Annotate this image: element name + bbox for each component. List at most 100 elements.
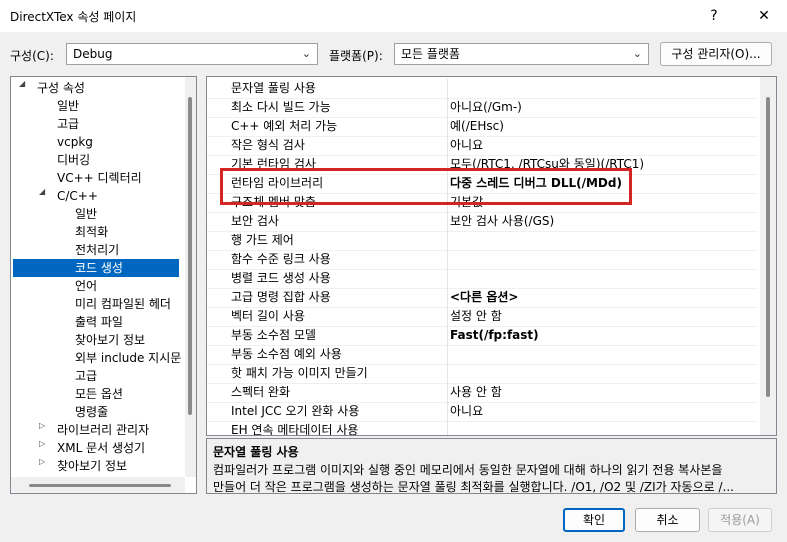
property-row[interactable]: 벡터 길이 사용 설정 안 함 bbox=[207, 307, 758, 327]
expanded-arrow-icon[interactable]: ◢ bbox=[39, 187, 45, 196]
tree-item[interactable]: 최적화 bbox=[73, 223, 181, 241]
close-button[interactable]: ✕ bbox=[744, 2, 784, 30]
tree-item[interactable]: 디버깅 bbox=[55, 151, 181, 169]
platform-label: 플랫폼(P): bbox=[329, 49, 383, 63]
property-value[interactable] bbox=[447, 345, 760, 364]
tree-item[interactable]: 찾아보기 정보 bbox=[55, 457, 181, 475]
tree-item[interactable]: 일반 bbox=[55, 97, 181, 115]
property-row[interactable]: 행 가드 제어 bbox=[207, 231, 758, 251]
tree-item[interactable]: 라이브러리 관리자 bbox=[55, 421, 181, 439]
property-name: 부동 소수점 모델 bbox=[231, 328, 316, 342]
collapsed-arrow-icon[interactable]: ▷ bbox=[39, 457, 45, 466]
property-value[interactable] bbox=[447, 250, 760, 269]
property-value-text bbox=[448, 347, 450, 361]
property-value[interactable]: Fast(/fp:fast) bbox=[447, 326, 760, 345]
property-value-text bbox=[448, 366, 450, 380]
tree-item[interactable]: vcpkg bbox=[55, 133, 181, 151]
collapsed-arrow-icon[interactable]: ▷ bbox=[39, 439, 45, 448]
property-value[interactable]: 설정 안 함 bbox=[447, 307, 760, 326]
property-value[interactable]: 아니요 bbox=[447, 402, 760, 421]
tree-item[interactable]: 구성 속성 bbox=[35, 79, 181, 97]
expanded-arrow-icon[interactable]: ◢ bbox=[19, 79, 25, 88]
property-grid: 문자열 풀링 사용최소 다시 빌드 가능 아니요(/Gm-) C++ 예외 처리 가… bbox=[206, 76, 777, 436]
property-value[interactable] bbox=[447, 364, 760, 383]
property-row[interactable]: 문자열 풀링 사용 bbox=[207, 79, 758, 99]
description-panel: 문자열 풀링 사용 컴파일러가 프로그램 이미지와 실행 중인 메모리에서 동일… bbox=[206, 438, 777, 494]
property-name: 보안 검사 bbox=[231, 214, 279, 228]
tree-item[interactable]: XML 문서 생성기 bbox=[55, 439, 181, 457]
apply-button[interactable]: 적용(A) bbox=[708, 508, 772, 532]
property-name: Intel JCC 오기 완화 사용 bbox=[231, 404, 360, 418]
property-name: 벡터 길이 사용 bbox=[231, 309, 305, 323]
tree-item[interactable]: 출력 파일 bbox=[73, 313, 181, 331]
cancel-button[interactable]: 취소 bbox=[635, 508, 700, 532]
tree-item[interactable]: 고급 bbox=[55, 115, 181, 133]
tree-horizontal-scrollbar[interactable] bbox=[11, 477, 185, 493]
tree-item[interactable]: VC++ 디렉터리 bbox=[55, 169, 181, 187]
tree-item[interactable]: 전처리기 bbox=[73, 241, 181, 259]
grid-scroll-thumb[interactable] bbox=[766, 97, 770, 397]
tree-item[interactable]: 코드 생성 bbox=[13, 259, 179, 277]
property-value[interactable]: <다른 옵션> bbox=[447, 288, 760, 307]
tree-item[interactable]: 언어 bbox=[73, 277, 181, 295]
property-row[interactable]: 함수 수준 링크 사용 bbox=[207, 250, 758, 270]
tree-item[interactable]: 고급 bbox=[73, 367, 181, 385]
tree-item[interactable]: C/C++ bbox=[55, 187, 181, 205]
highlight-box bbox=[220, 168, 632, 205]
collapsed-arrow-icon[interactable]: ▷ bbox=[39, 421, 45, 430]
tree-item[interactable]: 명령줄 bbox=[73, 403, 181, 421]
property-name: 병렬 코드 생성 사용 bbox=[231, 271, 331, 285]
tree-item-label: 찾아보기 정보 bbox=[57, 459, 128, 473]
config-dropdown[interactable]: Debug ⌄ bbox=[66, 43, 318, 65]
tree-hscroll-thumb[interactable] bbox=[29, 484, 171, 487]
config-manager-button[interactable]: 구성 관리자(O)... bbox=[660, 42, 772, 66]
tree-item[interactable]: 모든 옵션 bbox=[73, 385, 181, 403]
property-name: 문자열 풀링 사용 bbox=[231, 81, 316, 95]
property-row[interactable]: 보안 검사 보안 검사 사용(/GS) bbox=[207, 212, 758, 232]
property-row[interactable]: 병렬 코드 생성 사용 bbox=[207, 269, 758, 289]
tree-scroll-thumb[interactable] bbox=[188, 97, 192, 415]
property-value[interactable]: 아니요 bbox=[447, 136, 760, 155]
grid-vertical-scrollbar[interactable] bbox=[760, 77, 776, 435]
property-value[interactable]: 보안 검사 사용(/GS) bbox=[447, 212, 760, 231]
tree-item-label: 라이브러리 관리자 bbox=[57, 423, 150, 437]
description-line-2: 만들어 더 작은 프로그램을 생성하는 문자열 풀링 최적화를 실행합니다. /… bbox=[213, 480, 734, 494]
platform-dropdown[interactable]: 모든 플랫폼 ⌄ bbox=[394, 43, 649, 65]
property-value[interactable] bbox=[447, 421, 760, 435]
tree-item[interactable]: 외부 include 지시문 bbox=[73, 349, 181, 367]
property-row[interactable]: 작은 형식 검사 아니요 bbox=[207, 136, 758, 156]
property-value-text: 예(/EHsc) bbox=[450, 119, 504, 133]
property-row[interactable]: C++ 예외 처리 가능 예(/EHsc) bbox=[207, 117, 758, 137]
property-value[interactable] bbox=[447, 231, 760, 250]
property-value-text: 아니요 bbox=[450, 404, 484, 418]
property-value[interactable]: 사용 안 함 bbox=[447, 383, 760, 402]
config-value: Debug bbox=[73, 47, 113, 61]
help-button[interactable]: ? bbox=[694, 2, 734, 30]
property-name: EH 연속 메타데이터 사용 bbox=[231, 423, 359, 436]
ok-button[interactable]: 확인 bbox=[563, 508, 625, 532]
property-name: 함수 수준 링크 사용 bbox=[231, 252, 331, 266]
property-value-text bbox=[448, 423, 450, 435]
property-value[interactable] bbox=[447, 269, 760, 288]
property-name: 행 가드 제어 bbox=[231, 233, 294, 247]
tree-item[interactable]: 찾아보기 정보 bbox=[73, 331, 181, 349]
tree-item[interactable]: 미리 컴파일된 헤더 bbox=[73, 295, 181, 313]
property-value-text: Fast(/fp:fast) bbox=[450, 328, 539, 342]
property-value-text: 설정 안 함 bbox=[450, 309, 502, 323]
tree-item-label: 찾아보기 정보 bbox=[75, 333, 146, 347]
property-row[interactable]: 최소 다시 빌드 가능 아니요(/Gm-) bbox=[207, 98, 758, 118]
tree-vertical-scrollbar[interactable] bbox=[185, 77, 196, 477]
property-row[interactable]: Intel JCC 오기 완화 사용 아니요 bbox=[207, 402, 758, 422]
property-value[interactable]: 아니요(/Gm-) bbox=[447, 98, 760, 117]
property-value[interactable]: 예(/EHsc) bbox=[447, 117, 760, 136]
property-value[interactable] bbox=[447, 79, 760, 98]
property-row[interactable]: 부동 소수점 예외 사용 bbox=[207, 345, 758, 365]
tree-item[interactable]: 일반 bbox=[73, 205, 181, 223]
description-title: 문자열 풀링 사용 bbox=[213, 445, 299, 459]
property-row[interactable]: 핫 패치 가능 이미지 만들기 bbox=[207, 364, 758, 384]
property-row[interactable]: EH 연속 메타데이터 사용 bbox=[207, 421, 760, 436]
tree-item-label: VC++ 디렉터리 bbox=[57, 171, 142, 185]
property-row[interactable]: 스펙터 완화 사용 안 함 bbox=[207, 383, 758, 403]
property-row[interactable]: 고급 명령 집합 사용 <다른 옵션> bbox=[207, 288, 758, 308]
property-row[interactable]: 부동 소수점 모델 Fast(/fp:fast) bbox=[207, 326, 758, 346]
